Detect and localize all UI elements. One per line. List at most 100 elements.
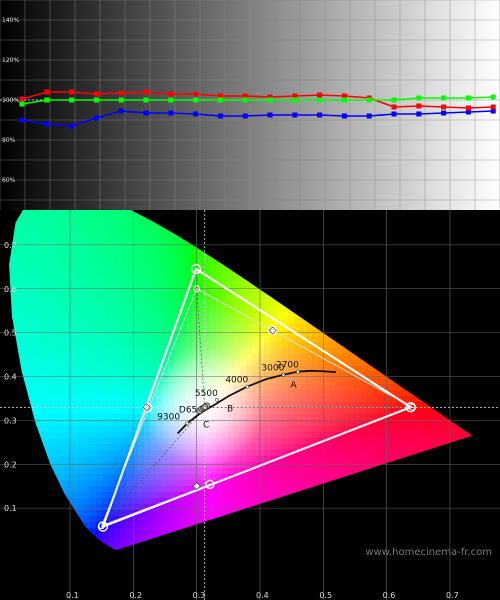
locus-color-cell [84,222,91,229]
locus-color-cell [210,336,217,343]
locus-color-cell [72,456,79,463]
locus-color-cell [198,516,205,523]
locus-color-cell [162,222,169,229]
locus-color-cell [54,222,61,229]
locus-color-cell [354,228,361,235]
locus-color-cell [384,372,391,379]
locus-color-cell [9,270,13,277]
locus-color-cell [432,342,439,349]
locus-color-cell [102,246,109,253]
locus-color-cell [132,420,139,427]
locus-color-cell [48,264,55,271]
locus-color-cell [468,252,472,259]
locus-color-cell [102,438,109,445]
locus-color-cell [216,534,223,541]
locus-color-cell [216,522,223,529]
locus-color-cell [420,348,427,355]
locus-color-cell [126,420,133,427]
locus-color-cell [60,540,67,547]
locus-color-cell [282,282,289,289]
locus-color-cell [306,438,313,445]
locus-color-cell [270,522,277,529]
locus-color-cell [180,468,187,475]
locus-color-cell [60,438,67,445]
locus-color-cell [252,258,259,265]
locus-color-cell [174,510,181,517]
locus-color-cell [264,492,271,499]
locus-color-cell [486,414,493,421]
locus-color-cell [186,246,193,253]
locus-color-cell [66,390,73,397]
locus-color-cell [462,420,469,427]
locus-color-cell [414,468,421,475]
locus-color-cell [408,372,415,379]
locus-color-cell [234,486,241,493]
locus-color-cell [414,252,421,259]
locus-color-cell [84,258,91,265]
locus-color-cell [492,390,499,397]
locus-color-cell [72,546,79,550]
locus-color-cell [66,546,73,550]
locus-color-cell [474,210,481,217]
locus-color-cell [462,480,469,487]
locus-color-cell [414,504,421,511]
locus-color-cell [324,384,331,391]
locus-color-cell [336,222,343,229]
locus-color-cell [42,456,49,463]
locus-color-cell [132,504,139,511]
locus-color-cell [330,408,337,415]
locus-color-cell [126,312,133,319]
locus-color-cell [222,540,229,547]
locus-color-cell [324,378,331,385]
locus-color-cell [36,390,43,397]
locus-color-cell [324,372,331,379]
locus-color-cell [324,390,331,397]
locus-color-cell [456,258,463,265]
locus-color-cell [24,396,31,403]
locus-color-cell [414,222,421,229]
x-tick-label: 0.1 [66,591,79,600]
locus-color-cell [366,534,373,541]
locus-color-cell [360,522,367,529]
locus-color-cell [342,378,349,385]
locus-color-cell [252,510,259,517]
locus-color-cell [258,354,265,361]
locus-color-cell [378,492,385,499]
locus-color-cell [378,222,385,229]
locus-color-cell [396,318,403,325]
locus-color-cell [354,306,361,313]
locus-color-cell [228,312,235,319]
locus-color-cell [444,210,451,217]
locus-color-cell [174,546,181,550]
locus-color-cell [108,396,115,403]
locus-color-cell [312,408,319,415]
locus-color-cell [186,534,193,541]
locus-color-cell [102,354,109,361]
locus-color-cell [66,330,73,337]
locus-color-cell [246,462,253,469]
locus-color-cell [186,504,193,511]
locus-color-cell [456,240,463,247]
locus-color-cell [342,282,349,289]
locus-color-cell [438,210,445,217]
locus-color-cell [234,336,241,343]
locus-color-cell [390,294,397,301]
locus-color-cell [474,222,481,229]
locus-color-cell [414,420,421,427]
locus-color-cell [450,414,457,421]
locus-color-cell [480,258,487,265]
locus-color-cell [462,516,469,523]
locus-color-cell [9,354,13,361]
locus-color-cell [348,390,355,397]
locus-color-cell [84,444,91,451]
locus-color-cell [9,450,13,457]
locus-color-cell [174,468,181,475]
locus-color-cell [186,258,193,265]
locus-color-cell [90,396,97,403]
locus-color-cell [48,342,55,349]
locus-color-cell [312,390,319,397]
locus-color-cell [144,534,151,541]
locus-color-cell [402,480,409,487]
locus-color-cell [78,246,85,253]
locus-color-cell [66,468,73,475]
